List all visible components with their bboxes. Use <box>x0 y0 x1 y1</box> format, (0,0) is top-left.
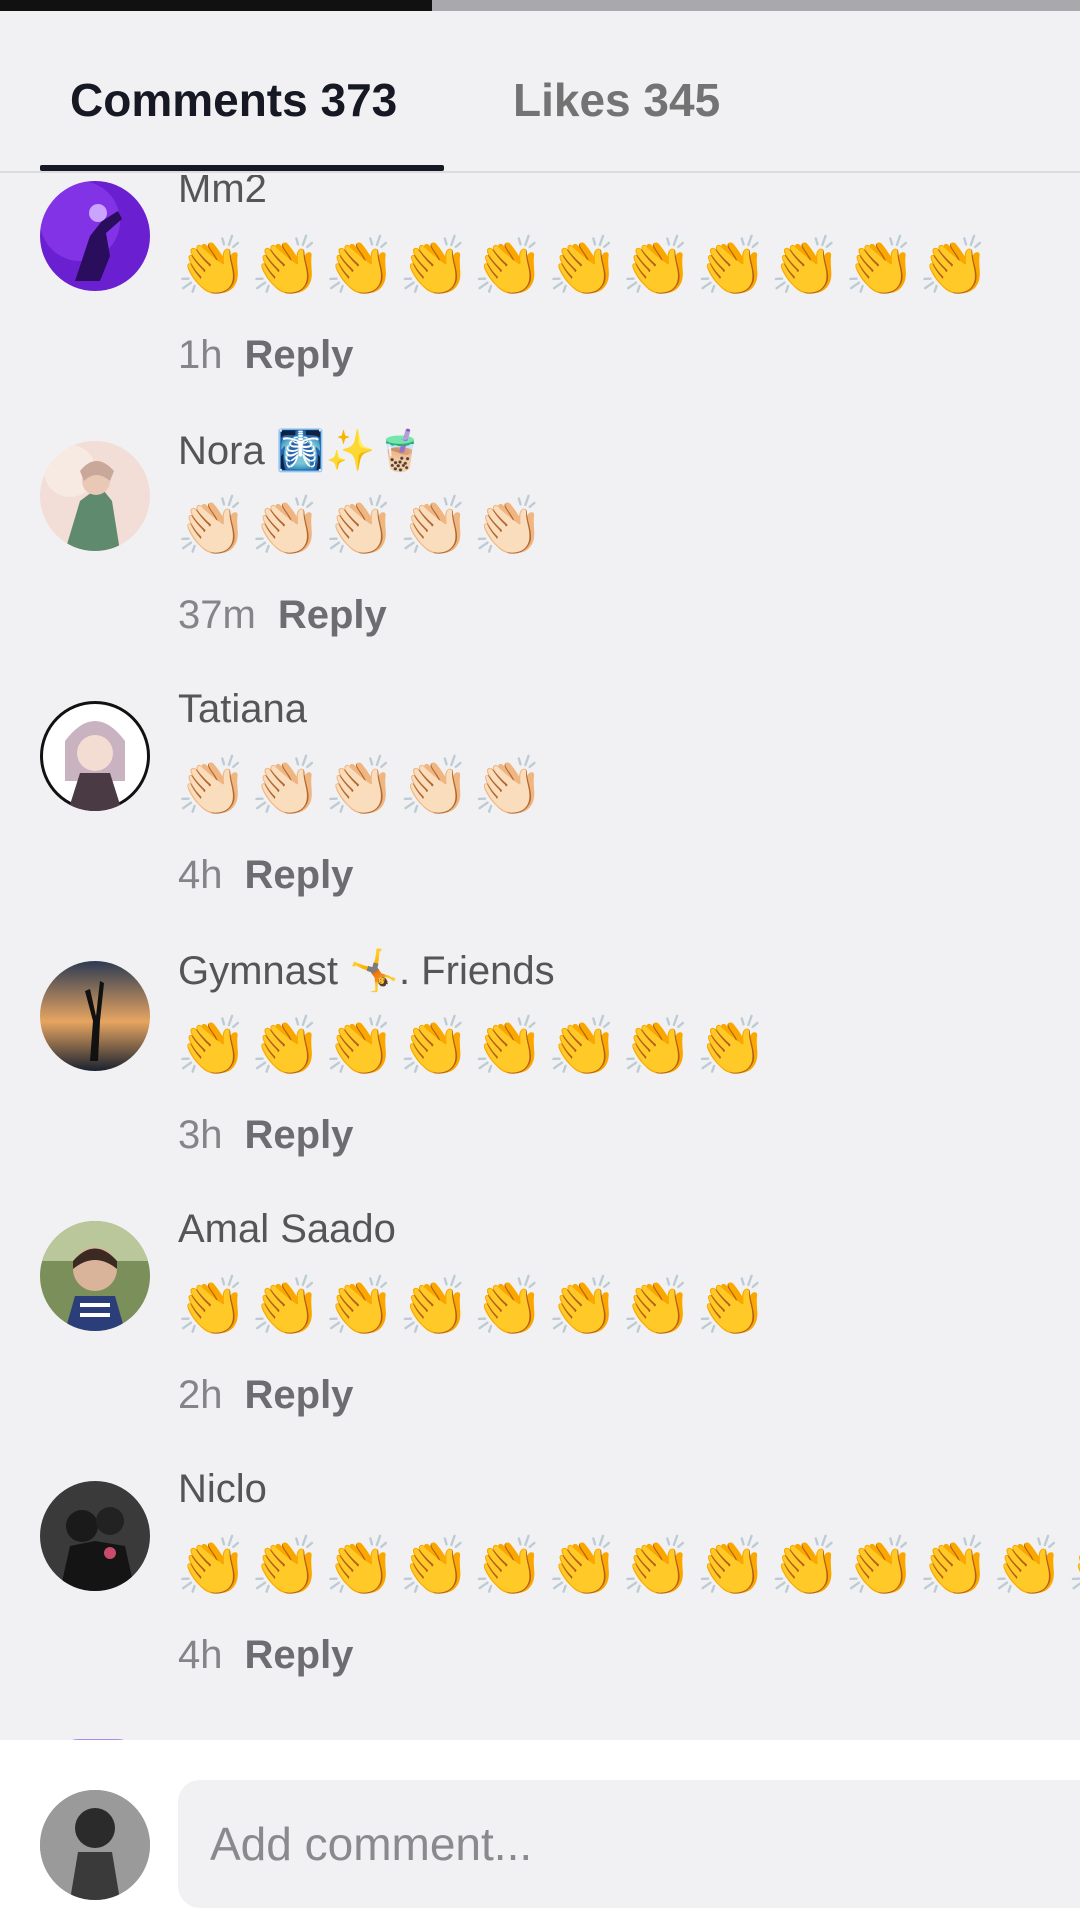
reply-button[interactable]: Reply <box>245 1633 354 1677</box>
avatar[interactable] <box>40 1481 150 1591</box>
avatar[interactable] <box>40 1221 150 1331</box>
add-comment-input[interactable] <box>178 1780 1080 1908</box>
comment-meta: 4h Reply <box>178 853 353 898</box>
comment-meta: 3h Reply <box>178 1113 353 1158</box>
avatar[interactable] <box>40 961 150 1071</box>
comment-time: 3h <box>178 1113 223 1157</box>
comment-composer <box>0 1740 1080 1920</box>
comment-meta: 4h Reply <box>178 1633 353 1678</box>
comment-meta: 37m Reply <box>178 593 387 638</box>
comment-time: 4h <box>178 1633 223 1677</box>
tab-likes[interactable]: Likes 345 <box>513 73 720 127</box>
my-avatar[interactable] <box>40 1790 150 1900</box>
comment-item: Amal Saado 👏👏👏👏👏👏👏👏 2h Reply <box>0 1207 1080 1475</box>
reply-button[interactable]: Reply <box>245 333 354 377</box>
avatar[interactable] <box>40 181 150 291</box>
comment-item: Tatiana 👏🏻👏🏻👏🏻👏🏻👏🏻 4h Reply <box>0 687 1080 955</box>
comment-item: Gymnast 🤸. Friends 👏👏👏👏👏👏👏👏 3h Reply <box>0 949 1080 1215</box>
comment-text: 👏🏻👏🏻👏🏻👏🏻👏🏻 <box>176 754 548 819</box>
avatar[interactable] <box>40 701 150 811</box>
reply-button[interactable]: Reply <box>245 853 354 897</box>
comment-text: 👏👏👏👏👏👏👏👏 <box>176 1274 770 1339</box>
comments-sheet: Comments 373 Likes 345 Mm2 👏👏👏👏👏👏👏👏👏👏👏 1… <box>0 11 1080 1920</box>
comment-text: 👏👏👏👏👏👏👏👏👏👏👏👏👏👏 <box>176 1534 1080 1599</box>
tab-bar: Comments 373 Likes 345 <box>0 11 1080 173</box>
comment-text: 👏🏻👏🏻👏🏻👏🏻👏🏻 <box>176 494 548 559</box>
comment-item: Nora 🩻✨🧋 👏🏻👏🏻👏🏻👏🏻👏🏻 37m Reply <box>0 429 1080 695</box>
reply-button[interactable]: Reply <box>245 1373 354 1417</box>
comment-time: 37m <box>178 593 256 637</box>
comment-item: Mm2 👏👏👏👏👏👏👏👏👏👏👏 1h Reply <box>0 175 1080 435</box>
comment-list[interactable]: Mm2 👏👏👏👏👏👏👏👏👏👏👏 1h Reply Nora 🩻✨🧋 👏🏻👏🏻👏🏻👏… <box>0 175 1080 1750</box>
comment-item: Niclo 👏👏👏👏👏👏👏👏👏👏👏👏👏👏 4h Reply <box>0 1467 1080 1735</box>
comment-username[interactable]: Tatiana <box>178 687 307 732</box>
comment-meta: 1h Reply <box>178 333 353 378</box>
comment-text: 👏👏👏👏👏👏👏👏 <box>176 1014 770 1079</box>
comment-username[interactable]: Niclo <box>178 1467 267 1512</box>
comment-username[interactable]: Nora 🩻✨🧋 <box>178 427 425 474</box>
comment-time: 2h <box>178 1373 223 1417</box>
comment-time: 4h <box>178 853 223 897</box>
active-tab-indicator <box>40 165 444 171</box>
reply-button[interactable]: Reply <box>245 1113 354 1157</box>
comment-username[interactable]: Amal Saado <box>178 1207 396 1252</box>
tab-comments[interactable]: Comments 373 <box>70 73 397 127</box>
comment-text: 👏👏👏👏👏👏👏👏👏👏👏 <box>176 234 993 299</box>
video-progress-fill <box>0 0 432 11</box>
comment-username[interactable]: Mm2 <box>178 175 267 212</box>
comment-time: 1h <box>178 333 223 377</box>
video-progress-track[interactable] <box>0 0 1080 11</box>
comment-username[interactable]: Gymnast 🤸. Friends <box>178 947 555 994</box>
comment-meta: 2h Reply <box>178 1373 353 1418</box>
avatar[interactable] <box>40 441 150 551</box>
reply-button[interactable]: Reply <box>278 593 387 637</box>
